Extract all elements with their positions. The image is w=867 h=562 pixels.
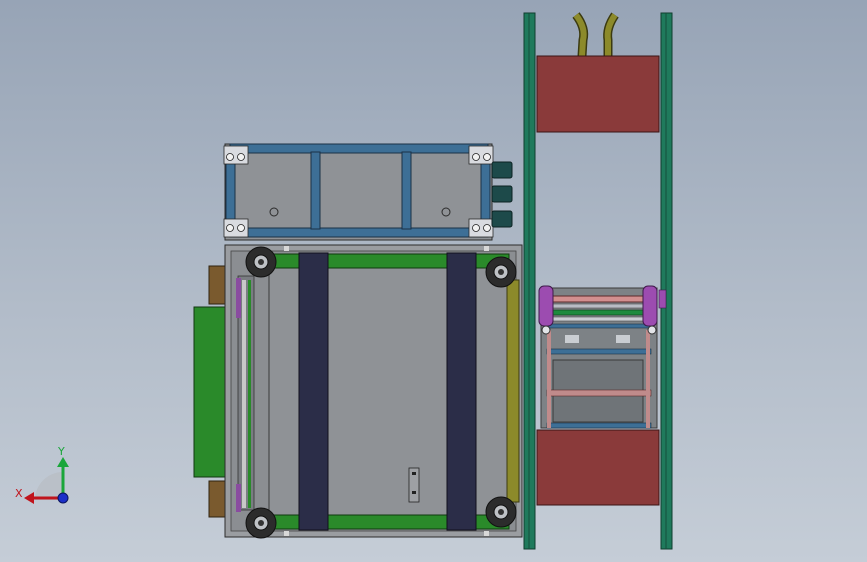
belt-left[interactable] [298, 252, 329, 531]
top-rail [229, 143, 489, 154]
caster-wheel-bottom-right[interactable] [485, 496, 517, 528]
orientation-triad: X Y [15, 445, 69, 504]
caster-wheel-top-left[interactable] [245, 246, 277, 278]
belt-right[interactable] [446, 252, 477, 531]
upper-motor-block[interactable] [536, 55, 660, 133]
lift-mechanism[interactable] [538, 285, 667, 429]
lower-motor-block[interactable] [536, 429, 660, 506]
upper-beam-unit[interactable] [223, 143, 513, 241]
bottom-rail [229, 227, 489, 238]
y-axis-label: Y [57, 445, 65, 458]
cross-beam-2 [401, 151, 412, 230]
z-axis-dot [57, 492, 69, 504]
connector-group [491, 161, 513, 228]
caster-wheel-bottom-left[interactable] [245, 507, 277, 539]
x-axis-label: X [15, 487, 23, 500]
cross-beam-1 [310, 151, 321, 230]
right-sprocket [642, 285, 658, 327]
cad-viewport[interactable]: X Y [0, 0, 867, 562]
right-frame-assembly[interactable] [523, 12, 673, 550]
left-sprocket [538, 285, 554, 327]
caster-wheel-top-right[interactable] [485, 256, 517, 288]
conveyor-base[interactable] [193, 244, 523, 539]
